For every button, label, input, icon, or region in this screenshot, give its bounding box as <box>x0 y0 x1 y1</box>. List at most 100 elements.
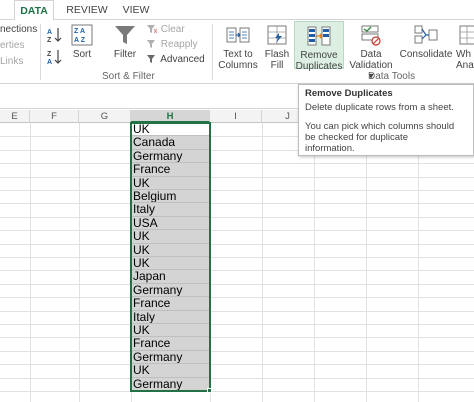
column-header-g[interactable]: G <box>79 110 131 123</box>
what-if-analysis-button[interactable]: Wh Ana <box>456 24 474 68</box>
consolidate-icon <box>414 25 438 44</box>
clear-filter-button: Clear <box>146 24 185 36</box>
what-if-label-2: Ana <box>456 60 474 68</box>
tab-view[interactable]: VIEW <box>118 0 154 20</box>
text-to-columns-icon <box>226 27 250 43</box>
sort-dialog-icon: Z A A Z <box>71 24 93 46</box>
column-header-e[interactable]: E <box>0 110 30 123</box>
column-header-i[interactable]: I <box>210 110 262 123</box>
advanced-label: Advanced <box>160 54 205 65</box>
remove-duplicates-icon <box>307 26 331 46</box>
svg-text:A: A <box>47 59 52 66</box>
flash-fill-label-2: Fill <box>270 60 284 71</box>
data-validation-icon <box>361 25 381 46</box>
grid-line <box>0 190 474 191</box>
advanced-filter-button[interactable]: Advanced <box>146 54 205 66</box>
cell-h-19[interactable]: UK <box>131 364 210 378</box>
worksheet-grid[interactable]: UK Canada Germany France UK Belgium Ital… <box>0 122 474 402</box>
grid-line <box>79 123 80 402</box>
tooltip-detail-line: You can pick which columns should <box>305 121 455 132</box>
sort-label: Sort <box>72 49 92 60</box>
cell-h-5[interactable]: UK <box>131 176 210 190</box>
clear-filter-icon <box>147 25 158 34</box>
cell-h-6[interactable]: Belgium <box>131 190 210 204</box>
cell-h-9[interactable]: UK <box>131 230 210 244</box>
grid-line <box>210 123 211 402</box>
cell-h-15[interactable]: Italy <box>131 310 210 324</box>
svg-text:Z A: Z A <box>74 28 85 35</box>
grid-line <box>0 337 474 339</box>
cell-h-8[interactable]: USA <box>131 216 210 231</box>
reapply-icon <box>147 40 155 49</box>
what-if-label-1: Wh <box>456 49 471 60</box>
tooltip-detail-line: be checked for duplicate <box>305 132 408 143</box>
cell-h-11[interactable]: UK <box>131 257 210 271</box>
reapply-button: Reapply <box>146 39 197 51</box>
column-header-h[interactable]: H <box>131 110 210 123</box>
connections-item[interactable]: nections <box>0 24 37 36</box>
cell-h-18[interactable]: Germany <box>131 350 210 365</box>
text-to-columns-label-1: Text to <box>223 49 253 60</box>
data-validation-label-1: Data <box>360 49 382 60</box>
data-tools-group-label: Data Tools <box>368 71 416 82</box>
svg-text:Z: Z <box>47 37 52 44</box>
ribbon-tab-bar: DATA REVIEW VIEW <box>0 0 474 21</box>
grid-line <box>0 176 474 178</box>
ribbon: nections erties Links A Z Z A Z A A Z So… <box>0 20 474 84</box>
grid-line <box>314 123 315 402</box>
filter-button[interactable]: Filter <box>110 24 140 68</box>
cell-h-20[interactable]: Germany <box>131 377 210 391</box>
cell-h-14[interactable]: France <box>131 297 210 311</box>
advanced-filter-icon <box>147 55 155 64</box>
sort-descending-button[interactable]: Z A <box>46 48 64 66</box>
tab-data[interactable]: DATA <box>14 0 54 21</box>
grid-line <box>418 123 419 402</box>
remove-duplicates-tooltip: Remove Duplicates Delete duplicate rows … <box>298 84 474 156</box>
cell-h-2[interactable]: Canada <box>131 136 210 150</box>
grid-line <box>0 297 474 299</box>
grid-line <box>0 203 474 205</box>
column-h-cells[interactable]: UK Canada Germany France UK Belgium Ital… <box>131 123 210 391</box>
cell-h-3[interactable]: Germany <box>131 149 210 164</box>
text-to-columns-button[interactable]: Text to Columns <box>218 24 258 71</box>
cell-h-17[interactable]: France <box>131 337 210 351</box>
cell-h-16[interactable]: UK <box>131 324 210 338</box>
tooltip-detail-line: information. <box>305 143 355 154</box>
tooltip-title: Remove Duplicates <box>305 88 393 99</box>
sort-ascending-button[interactable]: A Z <box>46 26 64 44</box>
remove-duplicates-label-2: Duplicates <box>295 61 343 72</box>
flash-fill-button[interactable]: Flash Fill <box>262 24 292 71</box>
column-header-f[interactable]: F <box>30 110 79 123</box>
cell-h-12[interactable]: Japan <box>131 270 210 284</box>
cell-h-10[interactable]: UK <box>131 243 210 257</box>
what-if-analysis-icon <box>459 25 474 45</box>
grid-line <box>0 230 474 232</box>
grid-line <box>0 216 474 218</box>
fill-handle[interactable] <box>207 388 212 393</box>
grid-line <box>262 123 263 402</box>
grid-line <box>0 310 474 312</box>
properties-item: erties <box>0 40 25 51</box>
cell-h-7[interactable]: Italy <box>131 203 210 217</box>
grid-line <box>0 270 474 272</box>
funnel-icon <box>115 26 135 44</box>
filter-label: Filter <box>113 49 137 60</box>
grid-line <box>0 350 474 352</box>
grid-line <box>0 324 474 325</box>
group-separator <box>40 24 41 80</box>
cell-h-13[interactable]: Germany <box>131 283 210 298</box>
consolidate-button[interactable]: Consolidate <box>398 24 454 68</box>
reapply-label: Reapply <box>160 39 198 50</box>
cell-h-4[interactable]: France <box>131 163 210 177</box>
sort-z-to-a-icon: Z A <box>47 50 62 66</box>
grid-line <box>0 377 474 379</box>
sort-button[interactable]: Z A A Z Sort <box>68 24 96 68</box>
edit-links-item: Links <box>0 56 24 67</box>
tab-review[interactable]: REVIEW <box>64 0 110 20</box>
text-to-columns-label-2: Columns <box>218 60 258 71</box>
remove-duplicates-button[interactable]: Remove Duplicates <box>294 21 344 72</box>
flash-fill-label-1: Flash <box>264 49 290 60</box>
data-validation-button[interactable]: Data Validation ▾ <box>346 24 396 82</box>
cell-h-1[interactable]: UK <box>131 123 210 137</box>
remove-duplicates-label-1: Remove <box>300 50 338 61</box>
